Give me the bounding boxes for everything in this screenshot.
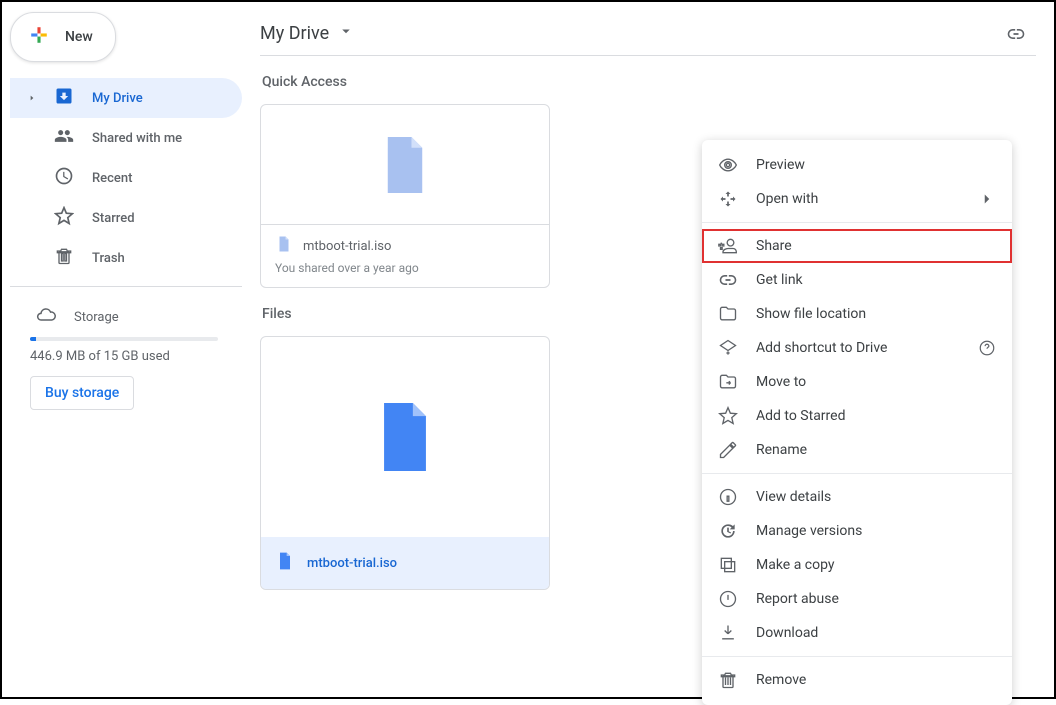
star-icon	[54, 206, 74, 230]
help-icon[interactable]	[978, 339, 996, 357]
ctx-report-abuse[interactable]: Report abuse	[702, 582, 1012, 616]
new-button[interactable]: New	[10, 12, 116, 62]
ctx-rename[interactable]: Rename	[702, 433, 1012, 467]
ctx-download[interactable]: Download	[702, 616, 1012, 650]
file-type-icon	[275, 551, 295, 575]
get-link-toolbar-button[interactable]	[996, 14, 1036, 54]
folder-icon	[718, 304, 738, 324]
recent-icon	[54, 166, 74, 190]
ctx-share[interactable]: Share	[702, 229, 1012, 263]
sidebar-item-my-drive[interactable]: My Drive	[10, 78, 242, 118]
plus-icon	[25, 21, 53, 53]
sidebar-item-label: Shared with me	[92, 131, 182, 146]
context-menu: Preview Open with Share Get link Show fi…	[702, 140, 1012, 705]
expand-caret-icon[interactable]	[28, 93, 36, 103]
open-with-icon	[718, 189, 738, 209]
file-card[interactable]: mtboot-trial.iso	[260, 336, 550, 590]
my-drive-icon	[54, 86, 74, 110]
ctx-add-starred[interactable]: Add to Starred	[702, 399, 1012, 433]
sidebar-item-starred[interactable]: Starred	[10, 198, 242, 238]
star-icon	[718, 406, 738, 426]
sidebar-item-trash[interactable]: Trash	[10, 238, 242, 278]
move-icon	[718, 372, 738, 392]
history-icon	[718, 521, 738, 541]
ctx-show-location[interactable]: Show file location	[702, 297, 1012, 331]
dropdown-caret-icon	[337, 22, 355, 45]
trash-icon	[54, 246, 74, 270]
quick-access-heading: Quick Access	[262, 74, 1036, 90]
download-icon	[718, 623, 738, 643]
sidebar-item-label: Starred	[92, 211, 135, 226]
quick-access-card[interactable]: mtboot-trial.iso You shared over a year …	[260, 104, 550, 288]
trash-icon	[718, 670, 738, 690]
ctx-remove[interactable]: Remove	[702, 663, 1012, 697]
shortcut-icon	[718, 338, 738, 358]
ctx-make-copy[interactable]: Make a copy	[702, 548, 1012, 582]
info-icon	[718, 487, 738, 507]
file-type-icon	[275, 235, 293, 257]
sidebar-item-label: Recent	[92, 171, 132, 186]
ctx-move-to[interactable]: Move to	[702, 365, 1012, 399]
pencil-icon	[718, 440, 738, 460]
copy-icon	[718, 555, 738, 575]
ctx-open-with[interactable]: Open with	[702, 182, 1012, 216]
qa-subtext: You shared over a year ago	[275, 261, 535, 275]
ctx-add-shortcut[interactable]: Add shortcut to Drive	[702, 331, 1012, 365]
sidebar-item-recent[interactable]: Recent	[10, 158, 242, 198]
storage-bar	[10, 333, 242, 341]
buy-storage-button[interactable]: Buy storage	[30, 376, 134, 410]
divider	[10, 286, 242, 287]
ctx-get-link[interactable]: Get link	[702, 263, 1012, 297]
ctx-preview[interactable]: Preview	[702, 148, 1012, 182]
sidebar-item-storage[interactable]: Storage	[10, 295, 242, 333]
file-name: mtboot-trial.iso	[307, 556, 397, 571]
cloud-icon	[36, 305, 56, 329]
storage-label: Storage	[74, 310, 119, 325]
person-add-icon	[718, 236, 738, 256]
sidebar-item-shared[interactable]: Shared with me	[10, 118, 242, 158]
new-button-label: New	[65, 29, 93, 45]
ctx-view-details[interactable]: View details	[702, 480, 1012, 514]
chevron-right-icon	[978, 190, 996, 208]
sidebar-item-label: Trash	[92, 251, 125, 266]
file-thumbnail	[261, 337, 549, 537]
alert-icon	[718, 589, 738, 609]
sidebar-item-label: My Drive	[92, 91, 143, 106]
storage-usage-text: 446.9 MB of 15 GB used	[10, 341, 242, 376]
breadcrumb[interactable]: My Drive	[260, 22, 355, 45]
ctx-manage-versions[interactable]: Manage versions	[702, 514, 1012, 548]
link-icon	[718, 270, 738, 290]
qa-file-name: mtboot-trial.iso	[303, 239, 391, 254]
shared-icon	[54, 126, 74, 150]
file-thumbnail	[261, 105, 549, 225]
eye-icon	[718, 155, 738, 175]
breadcrumb-label: My Drive	[260, 23, 329, 44]
